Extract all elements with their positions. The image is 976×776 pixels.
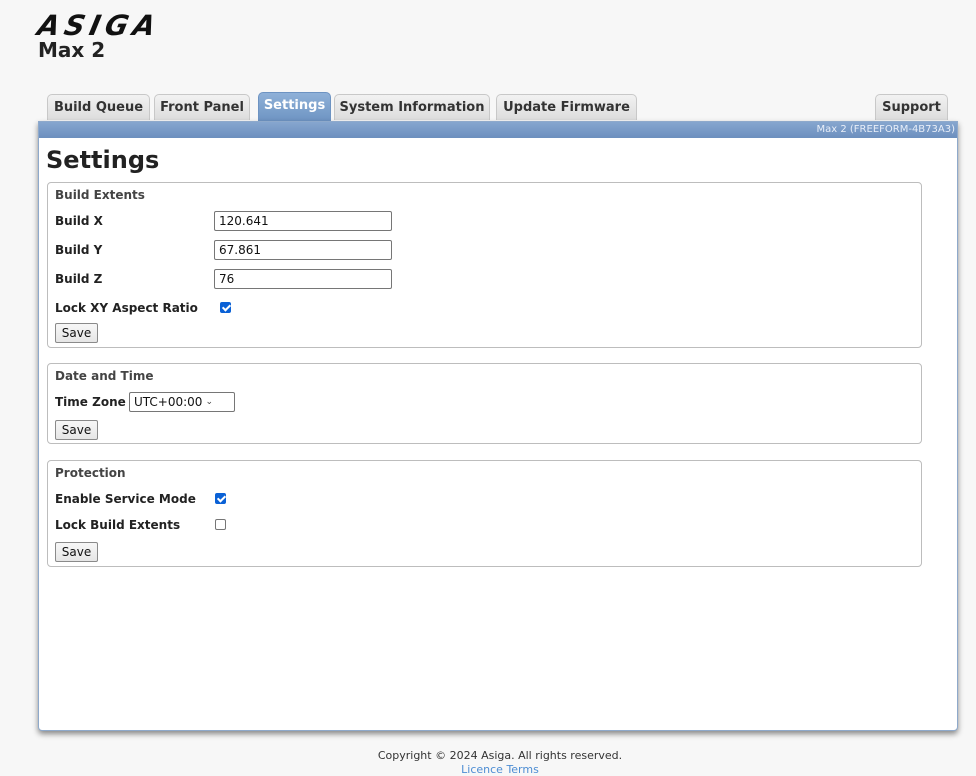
time-zone-label: Time Zone <box>55 395 126 409</box>
chevron-down-icon: ⌄ <box>205 397 213 407</box>
tab-front-panel[interactable]: Front Panel <box>154 94 250 120</box>
build-z-input[interactable] <box>214 269 392 289</box>
lock-build-extents-label: Lock Build Extents <box>55 518 181 532</box>
enable-service-mode-checkbox[interactable] <box>215 493 226 504</box>
device-id-bar: Max 2 (FREEFORM-4B73A3) <box>39 122 957 138</box>
printer-model-title: Max 2 <box>38 38 106 62</box>
build-z-label: Build Z <box>55 272 103 286</box>
content-panel: Max 2 (FREEFORM-4B73A3) Settings Build E… <box>38 121 958 731</box>
build-extents-group: Build Extents Build X Build Y Build Z Lo… <box>47 182 922 348</box>
date-time-title: Date and Time <box>55 369 154 383</box>
lock-xy-aspect-label: Lock XY Aspect Ratio <box>55 301 198 315</box>
protection-save-button[interactable]: Save <box>55 542 98 562</box>
enable-service-mode-label: Enable Service Mode <box>55 492 196 506</box>
tab-support[interactable]: Support <box>875 94 948 120</box>
page-title: Settings <box>46 146 160 174</box>
tab-update-firmware[interactable]: Update Firmware <box>496 94 637 120</box>
footer-copyright: Copyright © 2024 Asiga. All rights reser… <box>377 749 623 762</box>
time-zone-select[interactable]: UTC+00:00 ⌄ <box>129 392 235 412</box>
date-time-save-button[interactable]: Save <box>55 420 98 440</box>
build-extents-title: Build Extents <box>55 188 145 202</box>
lock-xy-aspect-checkbox[interactable] <box>220 302 231 313</box>
date-time-group: Date and Time Time Zone UTC+00:00 ⌄ Save <box>47 363 922 444</box>
time-zone-value: UTC+00:00 <box>134 395 203 409</box>
protection-group: Protection Enable Service Mode Lock Buil… <box>47 460 922 567</box>
build-x-label: Build X <box>55 214 103 228</box>
licence-terms-link[interactable]: Licence Terms <box>0 763 976 776</box>
lock-build-extents-checkbox[interactable] <box>215 519 226 530</box>
build-x-input[interactable] <box>214 211 392 231</box>
tab-build-queue[interactable]: Build Queue <box>47 94 150 120</box>
asiga-logo: ASIGA <box>34 9 164 42</box>
tab-settings[interactable]: Settings <box>258 92 331 122</box>
device-id-label: Max 2 (FREEFORM-4B73A3) <box>816 124 956 135</box>
build-y-label: Build Y <box>55 243 103 257</box>
protection-title: Protection <box>55 466 126 480</box>
build-y-input[interactable] <box>214 240 392 260</box>
build-extents-save-button[interactable]: Save <box>55 323 98 343</box>
tab-system-information[interactable]: System Information <box>334 94 490 120</box>
tab-bar: Build Queue Front Panel Settings System … <box>47 92 952 122</box>
